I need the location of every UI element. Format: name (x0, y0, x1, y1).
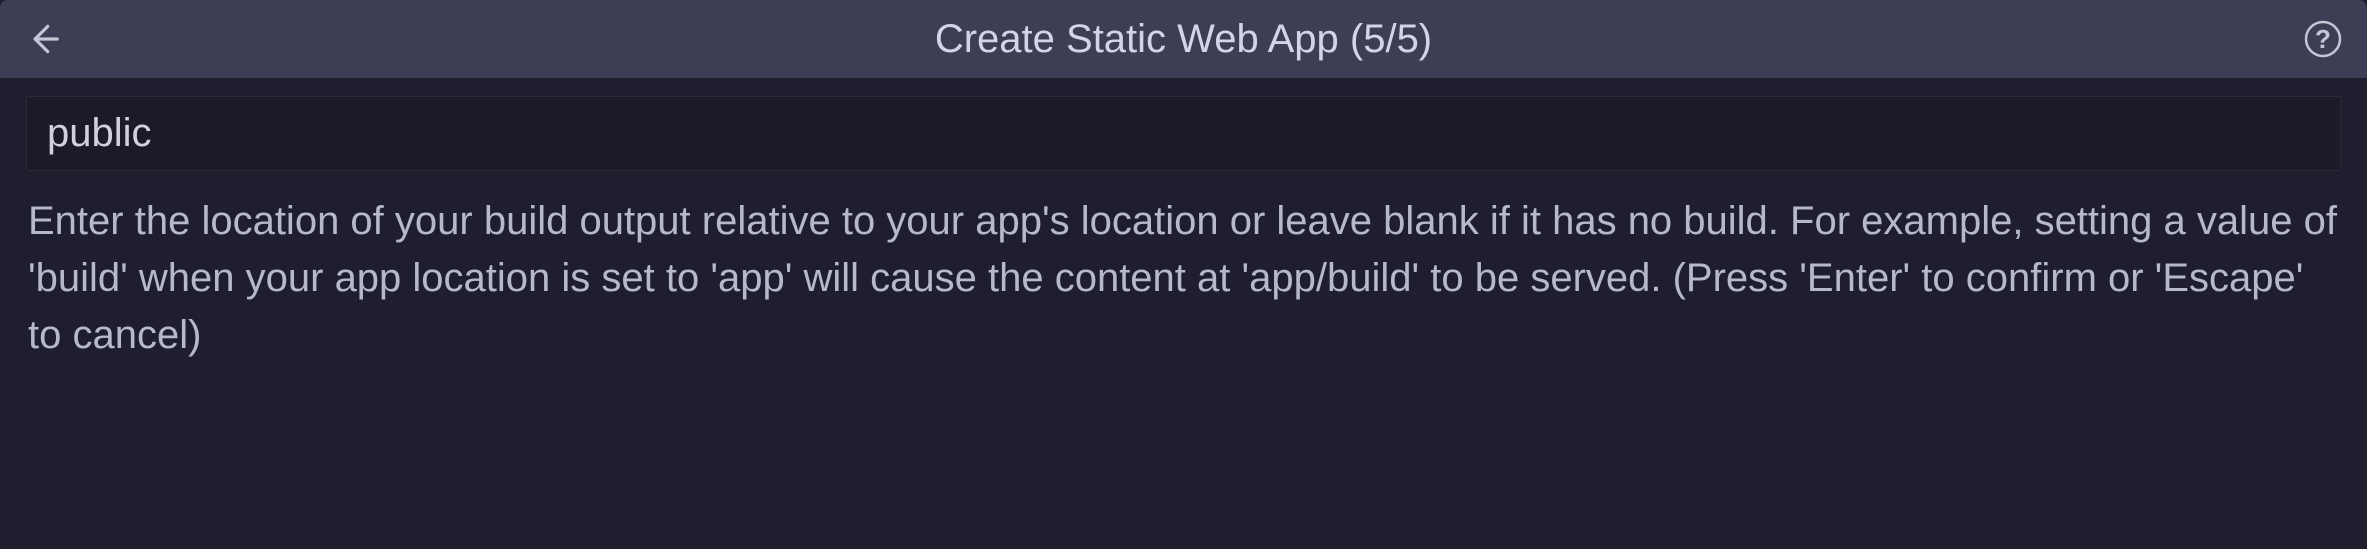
help-button[interactable]: ? (2303, 19, 2343, 59)
arrow-left-icon (24, 20, 62, 58)
build-output-location-input[interactable] (26, 96, 2341, 171)
svg-text:?: ? (2315, 24, 2331, 54)
input-description: Enter the location of your build output … (26, 193, 2341, 363)
back-button[interactable] (24, 20, 62, 58)
wizard-content: Enter the location of your build output … (0, 78, 2367, 363)
wizard-title: Create Static Web App (5/5) (24, 17, 2343, 62)
question-mark-icon: ? (2303, 19, 2343, 59)
wizard-header: Create Static Web App (5/5) ? (0, 0, 2367, 78)
